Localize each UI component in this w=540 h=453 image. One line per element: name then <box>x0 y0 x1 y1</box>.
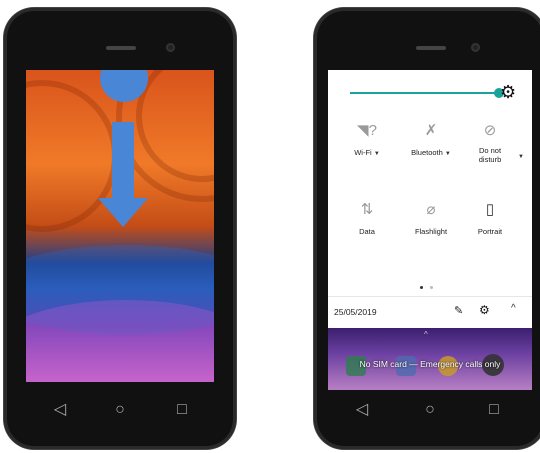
recents-button[interactable]: □ <box>482 400 506 420</box>
wifi-dropdown-icon[interactable]: ▼ <box>374 151 380 157</box>
qs-footer: 25/05/2019 ✎ ⚙ ^ <box>328 296 532 329</box>
navigation-bar: ◁ ○ □ <box>4 396 236 426</box>
gesture-touch-circle <box>100 70 148 102</box>
dimmed-home-screen: ^ No SIM card — Emergency calls only <box>328 328 532 390</box>
quick-settings-panel: ⚙ ◥? Wi-Fi ▼ ✗ Bluetooth ▼ ⊘ Do not dist… <box>328 70 532 390</box>
tile-flashlight[interactable]: ⌀ Flashlight <box>401 199 461 236</box>
navigation-bar: ◁ ○ □ <box>314 396 540 426</box>
edit-pencil-icon[interactable]: ✎ <box>454 304 463 317</box>
page-dot <box>430 286 434 289</box>
front-camera <box>471 43 480 52</box>
phone-right: ⚙ ◥? Wi-Fi ▼ ✗ Bluetooth ▼ ⊘ Do not dist… <box>314 8 540 449</box>
do-not-disturb-icon: ⊘ <box>483 122 497 139</box>
recents-button[interactable]: □ <box>170 400 194 420</box>
bluetooth-dropdown-icon[interactable]: ▼ <box>445 151 451 157</box>
tile-data-label: Data <box>359 227 375 236</box>
phone-left: ◁ ○ □ <box>4 8 236 449</box>
data-off-icon: ⇅ <box>360 201 374 218</box>
dnd-dropdown-icon[interactable]: ▼ <box>518 154 524 160</box>
collapse-chevron-icon[interactable]: ^ <box>511 303 516 314</box>
tile-portrait-label: Portrait <box>477 227 503 236</box>
tile-data[interactable]: ⇅ Data <box>337 199 397 236</box>
tile-dnd-label-line2: disturb <box>478 155 502 164</box>
swipe-down-gesture <box>98 70 148 227</box>
tile-wifi[interactable]: ◥? Wi-Fi ▼ <box>337 120 397 159</box>
front-camera <box>166 43 175 52</box>
portrait-icon: ▯ <box>485 201 495 218</box>
gesture-arrow-head <box>98 198 148 227</box>
home-screen-wallpaper[interactable] <box>26 70 214 382</box>
sim-status-message: No SIM card — Emergency calls only <box>359 359 501 369</box>
tile-wifi-label: Wi-Fi <box>354 148 372 157</box>
tile-bluetooth[interactable]: ✗ Bluetooth ▼ <box>401 120 461 159</box>
settings-gear-icon[interactable]: ⚙ <box>500 82 516 102</box>
chevron-up-icon: ^ <box>424 330 428 339</box>
flashlight-off-icon: ⌀ <box>426 201 436 218</box>
speaker-grille <box>106 46 136 50</box>
tile-do-not-disturb[interactable]: ⊘ Do not disturb ▼ <box>460 120 524 164</box>
back-button[interactable]: ◁ <box>48 400 72 420</box>
tile-dnd-label-line1: Do not <box>478 146 502 155</box>
back-button[interactable]: ◁ <box>350 400 374 420</box>
page-indicator <box>420 276 434 294</box>
tile-flashlight-label: Flashlight <box>414 227 448 236</box>
page-dot-active <box>420 286 423 289</box>
home-button[interactable]: ○ <box>418 400 442 420</box>
settings-gear-icon[interactable]: ⚙ <box>479 303 490 317</box>
home-button[interactable]: ○ <box>108 400 132 420</box>
speaker-grille <box>416 46 446 50</box>
gesture-arrow-shaft <box>112 122 134 198</box>
date-text[interactable]: 25/05/2019 <box>334 307 377 317</box>
brightness-slider[interactable] <box>350 88 504 98</box>
tile-bluetooth-label: Bluetooth <box>411 148 443 157</box>
tile-portrait[interactable]: ▯ Portrait <box>460 199 520 236</box>
bluetooth-off-icon: ✗ <box>424 122 438 139</box>
wifi-question-icon: ◥? <box>357 122 377 139</box>
